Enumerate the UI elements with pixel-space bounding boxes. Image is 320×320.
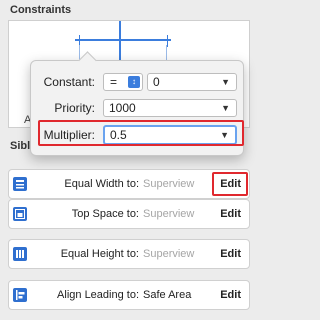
constraint-label: Equal Width to: (64, 178, 139, 190)
multiplier-highlight (38, 120, 244, 146)
constraint-target: Superview (143, 208, 195, 220)
equal-height-icon (13, 247, 27, 261)
top-guide-line (75, 39, 171, 41)
chevron-down-icon: ▼ (221, 77, 230, 87)
constraint-label: Top Space to: (71, 208, 139, 220)
priority-label: Priority: (54, 101, 95, 115)
relation-select[interactable]: = ↕ (103, 73, 143, 91)
top-space-icon (13, 207, 27, 221)
constant-row: Constant: = ↕ 0 ▼ (31, 71, 245, 93)
constraint-target: Superview (143, 248, 195, 260)
priority-value: 1000 (109, 101, 136, 115)
constraint-target: Safe Area (143, 289, 192, 301)
stepper-icon: ↕ (128, 76, 140, 88)
siblings-heading: Sibl (10, 140, 31, 152)
constraint-row-align-leading[interactable]: Align Leading to: Safe Area Edit (8, 280, 250, 310)
edit-highlight (212, 172, 248, 196)
constant-label: Constant: (43, 75, 95, 89)
align-leading-icon (13, 288, 27, 302)
guide-tick-right (167, 35, 168, 47)
constraint-row-equal-height[interactable]: Equal Height to: Superview Edit (8, 239, 250, 269)
constraint-row-top-space[interactable]: Top Space to: Superview Edit (8, 199, 250, 229)
constant-field[interactable]: 0 ▼ (147, 73, 237, 91)
section-title: Constraints (10, 4, 72, 16)
priority-row: Priority: 1000 ▼ (31, 97, 245, 119)
equal-width-icon (13, 177, 27, 191)
relation-value: = (110, 75, 118, 89)
constraint-target: Superview (143, 178, 195, 190)
constraint-label: Equal Height to: (60, 248, 139, 260)
chevron-down-icon: ▼ (221, 103, 230, 113)
edit-button[interactable]: Edit (220, 200, 241, 228)
priority-field[interactable]: 1000 ▼ (103, 99, 237, 117)
constant-value: 0 (153, 75, 160, 89)
constraint-label: Align Leading to: (57, 289, 139, 301)
edit-button[interactable]: Edit (220, 240, 241, 268)
edit-button[interactable]: Edit (220, 281, 241, 309)
